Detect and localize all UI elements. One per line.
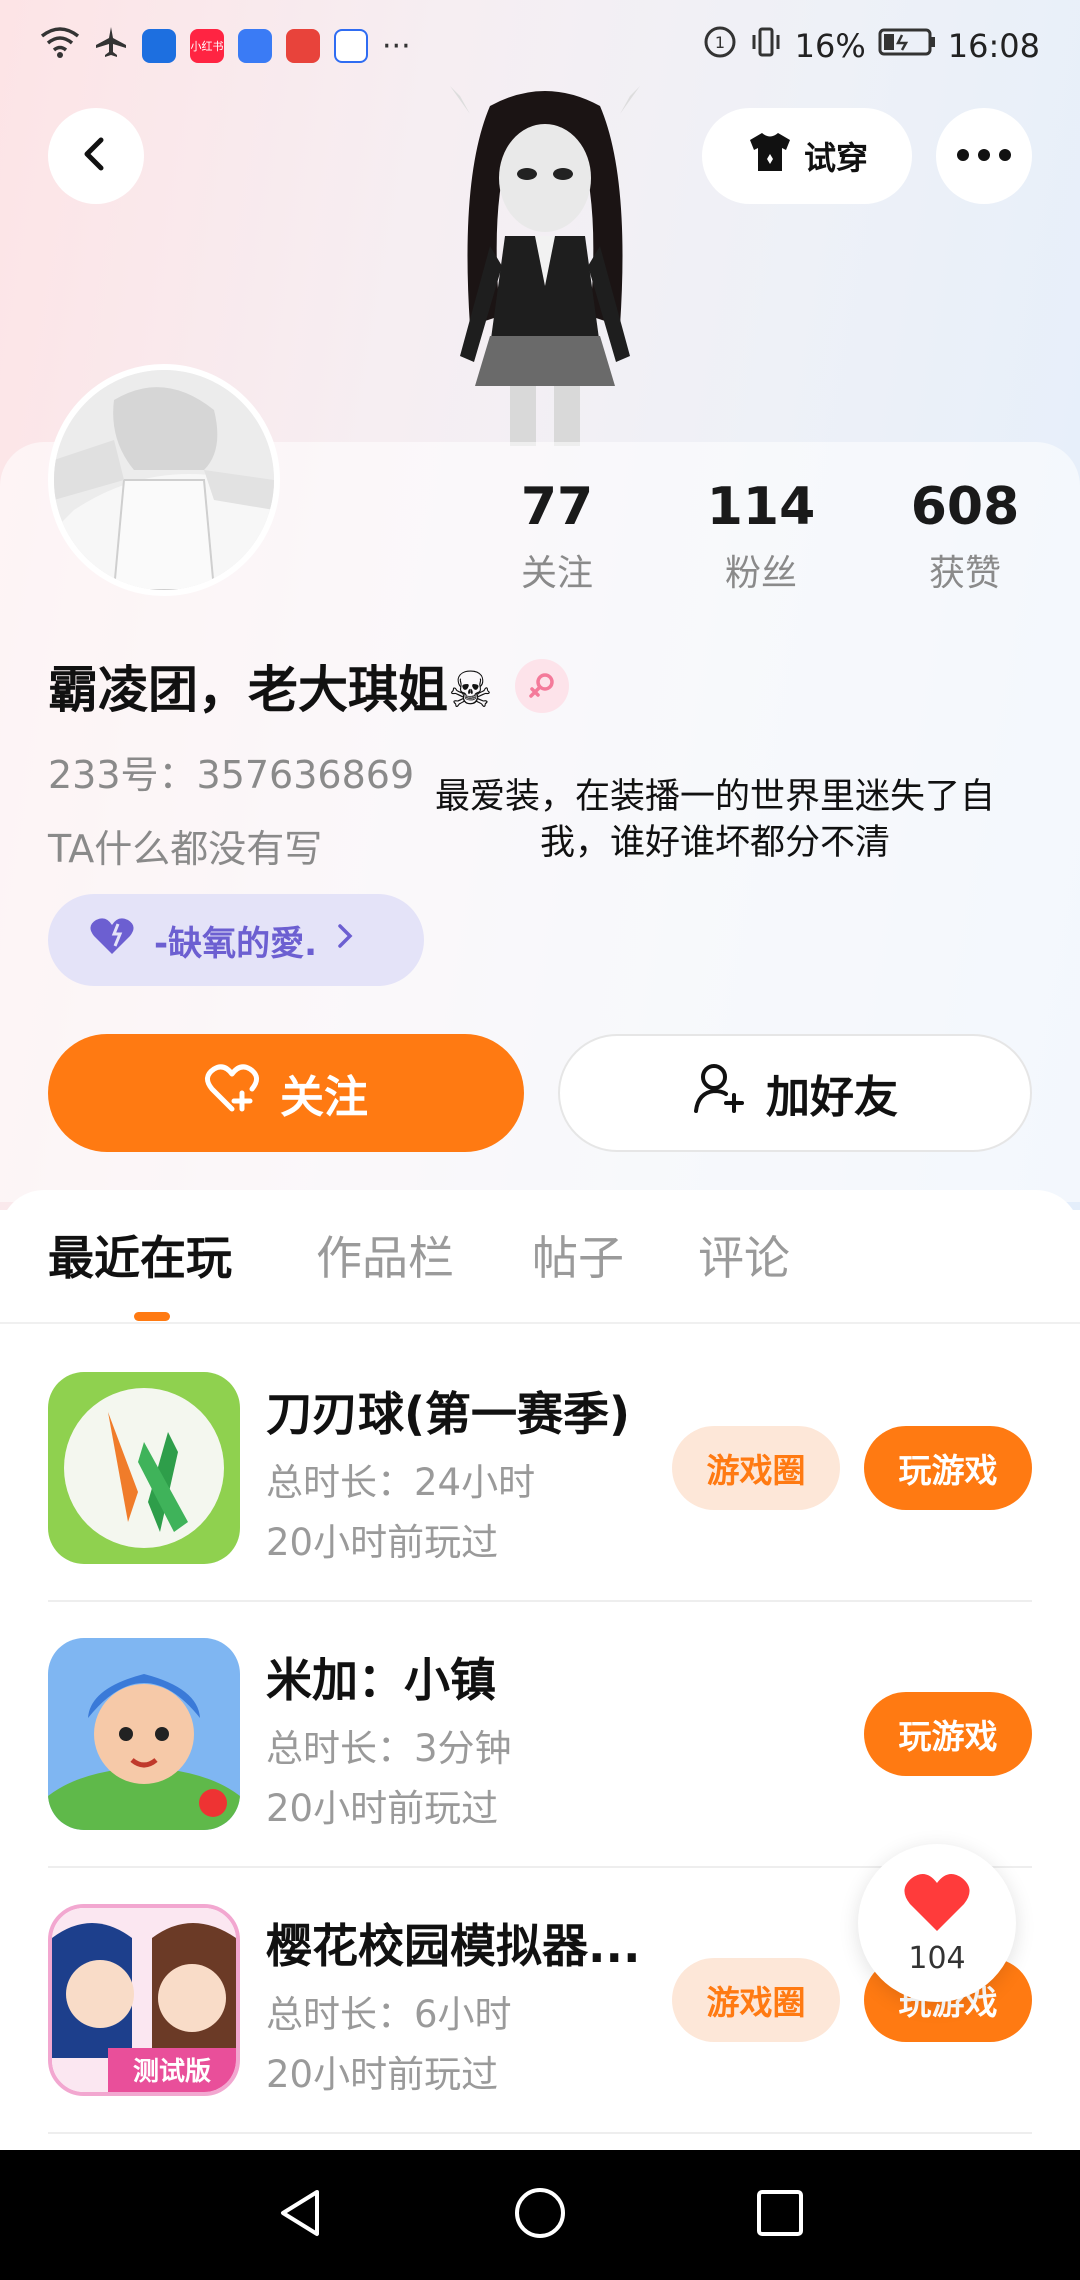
try-on-label: 试穿 [803, 139, 868, 177]
system-navigation-bar [0, 2150, 1080, 2280]
tab-works[interactable]: 作品栏 [316, 1222, 454, 1288]
following-stat[interactable]: 77 关注 [472, 472, 642, 596]
tab-recently-played[interactable]: 最近在玩 [48, 1222, 232, 1288]
data-saver-icon: 1 [703, 25, 737, 67]
row-divider [48, 2132, 1032, 2134]
heart-icon [902, 1871, 972, 1937]
game-duration: 总时长：6小时 [266, 1993, 512, 2036]
more-notifications: ··· [382, 28, 411, 64]
purple-heart-icon [88, 916, 136, 965]
back-triangle-icon[interactable] [273, 2186, 327, 2244]
game-last-played: 20小时前玩过 [266, 2053, 499, 2096]
list-item[interactable]: 刀刃球(第一赛季) 总时长：24小时 20小时前玩过 游戏圈 玩游戏 [0, 1334, 1080, 1600]
add-friend-button[interactable]: 加好友 [558, 1034, 1032, 1152]
group-tag-label: -缺氧的愛. [154, 923, 318, 964]
game-last-played: 20小时前玩过 [266, 1787, 499, 1830]
music-app-icon [238, 29, 272, 63]
chevron-left-icon [76, 134, 116, 178]
game-icon-blade-ball [48, 1372, 240, 1564]
shield-app-icon [142, 29, 176, 63]
follow-label: 关注 [280, 1072, 368, 1123]
game-duration: 总时长：3分钟 [266, 1727, 512, 1770]
game-icon-sakura-school: 测试版 [48, 1904, 240, 2096]
huawei-store-app-icon [286, 29, 320, 63]
tab-comments[interactable]: 评论 [698, 1222, 790, 1288]
xiaohongshu-app-icon: 小红书 [190, 29, 224, 63]
battery-percent: 16% [794, 27, 866, 65]
list-item[interactable]: 米加：小镇 总时长：3分钟 20小时前玩过 玩游戏 [0, 1600, 1080, 1866]
back-button[interactable] [48, 108, 144, 204]
game-icon-miga-town [48, 1638, 240, 1830]
chevron-right-icon [335, 920, 355, 960]
followers-stat[interactable]: 114 粉丝 [676, 472, 846, 596]
like-count: 104 [908, 1940, 966, 1976]
likes-count: 608 [910, 477, 1020, 537]
game-last-played: 20小时前玩过 [266, 1521, 499, 1564]
game-title: 刀刃球(第一赛季) [266, 1387, 631, 1441]
overlay-caption: 最爱装，在装播一的世界里迷失了自我，谁好谁坏都分不清 [434, 777, 995, 863]
username: 霸凌团，老大琪姐☠ [48, 661, 493, 719]
active-tab-indicator [134, 1312, 170, 1321]
user-id: 233号：357636869 [48, 753, 415, 797]
bio-text: TA什么都没有写 [48, 827, 323, 871]
clock: 16:08 [947, 27, 1040, 65]
username-row: 霸凌团，老大琪姐☠ [48, 650, 569, 722]
game-circle-button[interactable]: 游戏圈 [672, 1958, 840, 2042]
following-label: 关注 [520, 553, 593, 594]
vibrate-icon [749, 25, 783, 67]
followers-label: 粉丝 [724, 553, 797, 594]
group-tag[interactable]: -缺氧的愛. [48, 894, 424, 986]
tshirt-icon [746, 130, 794, 182]
female-gender-icon [514, 659, 569, 713]
more-dots-icon [956, 147, 1012, 166]
more-options-button[interactable] [936, 108, 1032, 204]
recents-square-icon[interactable] [753, 2186, 807, 2244]
play-game-button[interactable]: 玩游戏 [864, 1426, 1032, 1510]
heart-plus-icon [204, 1063, 260, 1124]
airplane-icon [94, 25, 128, 67]
avatar-3d-figure [430, 86, 660, 446]
game-title: 米加：小镇 [266, 1653, 496, 1707]
play-game-button[interactable]: 玩游戏 [864, 1692, 1032, 1776]
add-user-icon [692, 1061, 746, 1126]
wifi-icon [40, 26, 80, 66]
try-on-button[interactable]: 试穿 [702, 108, 912, 204]
avatar[interactable] [48, 364, 280, 596]
test-version-badge: 测试版 [133, 2057, 211, 2087]
tab-posts[interactable]: 帖子 [532, 1222, 624, 1288]
baidu-app-icon [334, 29, 368, 63]
status-bar: 小红书 ··· 1 16% 16:08 [0, 0, 1080, 92]
follow-button[interactable]: 关注 [48, 1034, 524, 1152]
floating-like-button[interactable]: 104 [858, 1844, 1016, 2002]
likes-label: 获赞 [928, 553, 1001, 594]
followers-count: 114 [706, 477, 816, 537]
tabs-divider [0, 1322, 1080, 1324]
add-friend-label: 加好友 [766, 1072, 898, 1123]
home-circle-icon[interactable] [513, 2186, 567, 2244]
game-duration: 总时长：24小时 [266, 1461, 536, 1504]
battery-icon [878, 27, 936, 65]
likes-stat[interactable]: 608 获赞 [880, 472, 1050, 596]
game-title: 樱花校园模拟器... [266, 1919, 641, 1973]
following-count: 77 [520, 477, 594, 537]
svg-text:1: 1 [715, 33, 725, 52]
game-circle-button[interactable]: 游戏圈 [672, 1426, 840, 1510]
